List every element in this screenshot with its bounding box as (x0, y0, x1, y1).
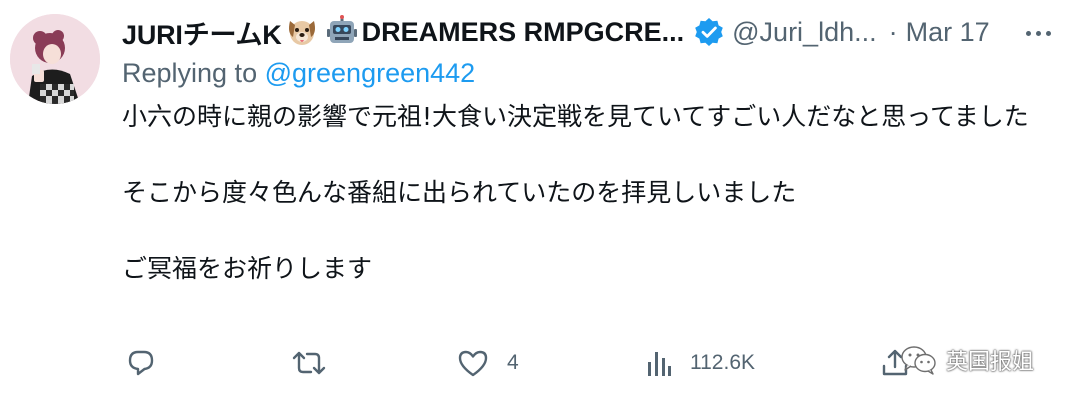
like-count: 4 (507, 351, 519, 374)
replying-to-label: Replying to (122, 58, 258, 88)
separator-dot: · (888, 16, 898, 47)
views-button[interactable]: 112.6K (646, 343, 755, 383)
tweet-paragraph: ご冥福をお祈りします (122, 254, 373, 283)
dog-emoji-icon (288, 21, 315, 45)
tweet-body: 小六の時に親の影響で元祖!大食い決定戦を見ていてすごい人だなと思ってました そこ… (122, 97, 1062, 289)
views-count: 112.6K (690, 351, 755, 374)
wechat-icon (901, 346, 936, 375)
display-name[interactable]: JURIチームK (122, 13, 282, 52)
replying-to-handle[interactable]: @greengreen442 (265, 58, 476, 88)
avatar[interactable] (10, 14, 100, 104)
verified-badge-icon (695, 18, 723, 46)
tweet-date[interactable]: Mar 17 (906, 17, 990, 48)
watermark-text: 英国报姐 (945, 350, 1034, 375)
watermark: 英国报姐 (900, 343, 1034, 377)
tweet[interactable]: JURIチームK DREAMERS RMPGCRE... @Juri_ldh..… (0, 0, 1070, 404)
robot-emoji-icon (326, 15, 357, 43)
retweet-icon (292, 351, 326, 375)
like-icon (458, 350, 488, 377)
more-icon[interactable] (1018, 18, 1058, 48)
reply-icon (128, 350, 154, 376)
tweet-paragraph: 小六の時に親の影響で元祖!大食い決定戦を見ていてすごい人だなと思ってました (122, 102, 1029, 131)
tweet-paragraph: そこから度々色んな番組に出られていたのを拝見しいました (122, 178, 797, 207)
like-button[interactable]: 4 (457, 343, 519, 383)
views-icon (648, 352, 671, 376)
user-handle[interactable]: @Juri_ldh... (732, 17, 876, 48)
replying-to: Replying to @greengreen442 (122, 58, 475, 89)
reply-button[interactable] (126, 343, 156, 383)
display-name-suffix[interactable]: DREAMERS RMPGCRE... (362, 17, 685, 48)
tweet-header: JURIチームK DREAMERS RMPGCRE... @Juri_ldh..… (122, 12, 990, 52)
retweet-button[interactable] (292, 343, 326, 383)
